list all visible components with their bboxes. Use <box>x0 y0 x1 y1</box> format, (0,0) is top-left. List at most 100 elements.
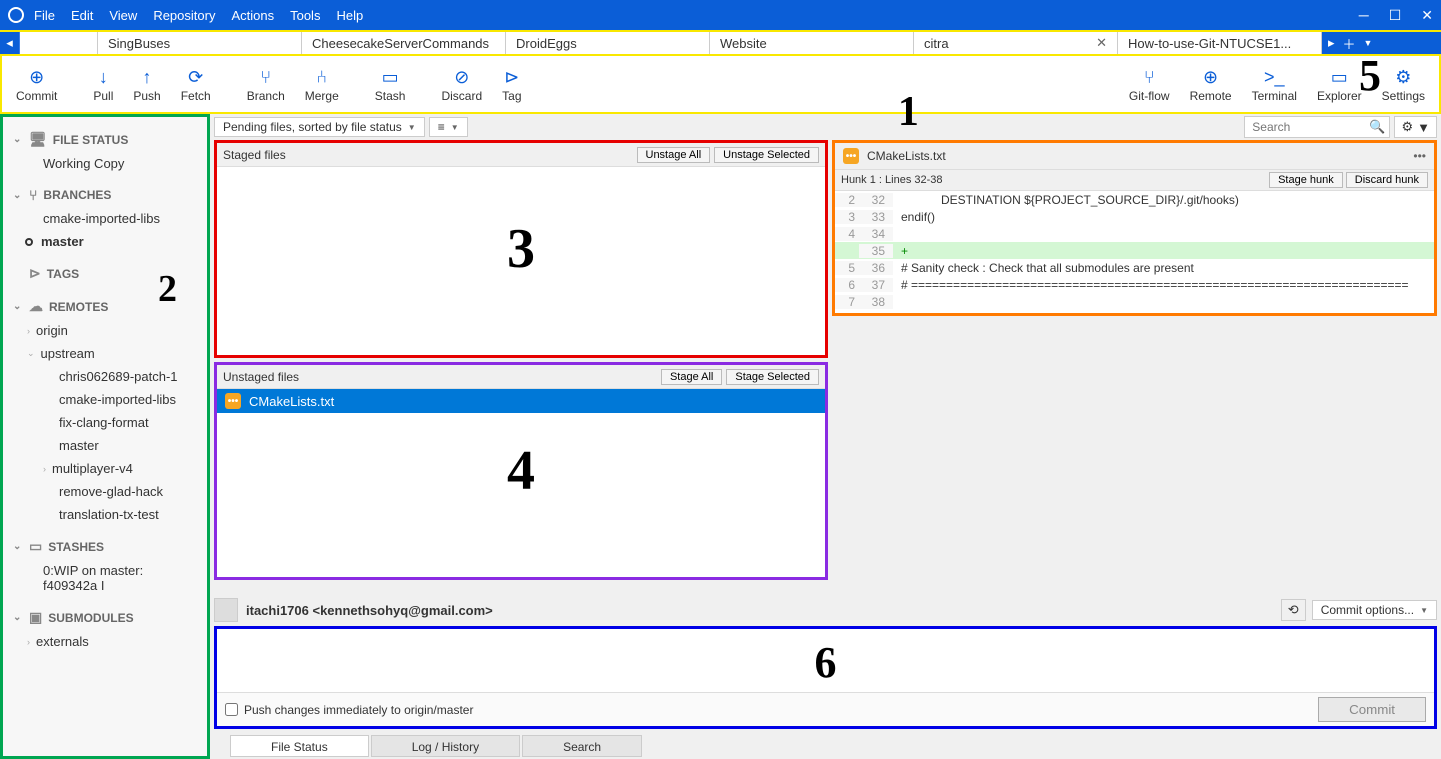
explorer-tool[interactable]: ▭Explorer <box>1307 56 1372 112</box>
push-checkbox[interactable] <box>225 703 238 716</box>
repo-tab-2[interactable]: CheesecakeServerCommands <box>302 32 506 54</box>
push-tool[interactable]: ↑Push <box>123 56 170 112</box>
repo-tab-4[interactable]: Website <box>710 32 914 54</box>
commit-button[interactable]: Commit <box>1318 697 1426 722</box>
repo-tab-3[interactable]: DroidEggs <box>506 32 710 54</box>
sidebar-remote-upstream[interactable]: ⌄upstream <box>3 342 207 365</box>
menu-actions[interactable]: Actions <box>231 8 274 23</box>
gitflow-tool[interactable]: ⑂Git-flow <box>1119 56 1180 112</box>
sidebar-remote-branch[interactable]: ›multiplayer-v4 <box>3 457 207 480</box>
stash-tool[interactable]: ▭Stash <box>365 56 416 112</box>
sidebar-branch-item[interactable]: cmake-imported-libs <box>3 207 207 230</box>
stage-all-button[interactable]: Stage All <box>661 369 722 385</box>
branch-tool[interactable]: ⑂Branch <box>237 56 295 112</box>
diff-line[interactable]: 536# Sanity check : Check that all submo… <box>835 259 1434 276</box>
cloud-icon: ☁ <box>29 298 43 315</box>
diff-body[interactable]: 232 DESTINATION ${PROJECT_SOURCE_DIR}/.g… <box>835 191 1434 313</box>
repo-tab-0[interactable] <box>20 32 98 54</box>
sidebar-submodule-item[interactable]: ›externals <box>3 630 207 653</box>
terminal-tool[interactable]: >_Terminal <box>1242 56 1307 112</box>
remote-tool[interactable]: ⊕Remote <box>1180 56 1242 112</box>
diff-line[interactable]: 232 DESTINATION ${PROJECT_SOURCE_DIR}/.g… <box>835 191 1434 208</box>
sidebar-branches-header[interactable]: ⌄⑂BRANCHES <box>3 183 207 207</box>
commit-tool[interactable]: ⊕Commit <box>6 56 67 112</box>
diff-line[interactable]: 434 <box>835 225 1434 242</box>
sidebar-remotes-header[interactable]: ⌄☁REMOTES <box>3 294 207 319</box>
file-filter-dropdown[interactable]: Pending files, sorted by file status▼ <box>214 117 425 137</box>
sidebar-branch-master[interactable]: master <box>3 230 207 253</box>
fetch-tool[interactable]: ⟳Fetch <box>171 56 221 112</box>
unstage-all-button[interactable]: Unstage All <box>637 147 711 163</box>
menu-help[interactable]: Help <box>336 8 363 23</box>
push-immediately-checkbox[interactable]: Push changes immediately to origin/maste… <box>225 703 473 717</box>
tab-menu-button[interactable]: ▼ <box>1364 38 1373 48</box>
sidebar-remote-branch[interactable]: translation-tx-test <box>3 503 207 526</box>
pull-tool[interactable]: ↓Pull <box>83 56 123 112</box>
commit-options-dropdown[interactable]: Commit options...▼ <box>1312 600 1437 620</box>
tab-file-status[interactable]: File Status <box>230 735 369 757</box>
content-area: Pending files, sorted by file status▼ ≡▼… <box>210 114 1441 759</box>
commit-message-input[interactable] <box>217 629 1434 689</box>
repo-tab-6[interactable]: How-to-use-Git-NTUCSE1... <box>1118 32 1322 54</box>
commit-box: 6 Push changes immediately to origin/mas… <box>214 626 1437 729</box>
sidebar-stash-item[interactable]: 0:WIP on master: f409342a I <box>3 559 207 597</box>
sidebar-submodules-header[interactable]: ⌄▣SUBMODULES <box>3 605 207 630</box>
history-icon[interactable]: ⟲ <box>1281 599 1306 621</box>
menu-repository[interactable]: Repository <box>153 8 215 23</box>
discard-hunk-button[interactable]: Discard hunk <box>1346 172 1428 188</box>
tab-log-history[interactable]: Log / History <box>371 735 520 757</box>
tag-tool[interactable]: ⊳Tag <box>492 56 531 112</box>
terminal-icon: >_ <box>1264 65 1285 89</box>
unstaged-file-row[interactable]: ••• CMakeLists.txt <box>217 389 825 413</box>
sidebar-working-copy[interactable]: Working Copy <box>3 152 207 175</box>
sidebar-remote-branch[interactable]: remove-glad-hack <box>3 480 207 503</box>
bottom-tabs: File Status Log / History Search <box>210 733 1441 759</box>
sidebar-remote-branch[interactable]: master <box>3 434 207 457</box>
settings-dropdown[interactable]: ⚙▼ <box>1394 116 1437 138</box>
sidebar-tags-header[interactable]: ⌄⊳TAGS <box>3 261 207 286</box>
maximize-button[interactable]: ☐ <box>1389 7 1402 24</box>
view-mode-dropdown[interactable]: ≡▼ <box>429 117 468 137</box>
explorer-icon: ▭ <box>1331 65 1348 89</box>
tab-scroll-left[interactable]: ◂ <box>0 32 20 54</box>
diff-line[interactable]: 35 <box>835 242 1434 259</box>
merge-tool[interactable]: ⑃Merge <box>295 56 349 112</box>
search-icon[interactable]: 🔍 <box>1369 119 1385 135</box>
minimize-button[interactable]: ─ <box>1359 7 1369 24</box>
repo-tab-5[interactable]: citra✕ <box>914 32 1118 54</box>
annotation-4: 4 <box>507 439 535 503</box>
close-tab-icon[interactable]: ✕ <box>1096 35 1107 51</box>
sidebar-remote-branch[interactable]: cmake-imported-libs <box>3 388 207 411</box>
settings-tool[interactable]: ⚙Settings <box>1372 56 1435 112</box>
diff-line[interactable]: 738 <box>835 293 1434 310</box>
diff-filename: CMakeLists.txt <box>867 149 946 163</box>
modified-file-icon: ••• <box>225 393 241 409</box>
stage-selected-button[interactable]: Stage Selected <box>726 369 819 385</box>
new-tab-button[interactable]: ＋ <box>1343 34 1356 53</box>
diff-more-button[interactable]: ••• <box>1413 149 1426 163</box>
sidebar-remote-branch[interactable]: fix-clang-format <box>3 411 207 434</box>
tab-scroll-right[interactable]: ▸ <box>1328 35 1335 51</box>
staged-files-panel: 3 Staged files Unstage All Unstage Selec… <box>214 140 828 358</box>
tab-search[interactable]: Search <box>522 735 642 757</box>
menu-tools[interactable]: Tools <box>290 8 320 23</box>
unstage-selected-button[interactable]: Unstage Selected <box>714 147 819 163</box>
commit-area: itachi1706 <kennethsohyq@gmail.com> ⟲ Co… <box>210 594 1441 733</box>
branch-icon: ⑂ <box>260 65 271 89</box>
sidebar-remote-branch[interactable]: chris062689-patch-1 <box>3 365 207 388</box>
menu-file[interactable]: File <box>34 8 55 23</box>
diff-line[interactable]: 637# ===================================… <box>835 276 1434 293</box>
sidebar-stashes-header[interactable]: ⌄▭STASHES <box>3 534 207 559</box>
sidebar-remote-origin[interactable]: ›origin <box>3 319 207 342</box>
discard-tool[interactable]: ⊘Discard <box>431 56 492 112</box>
close-button[interactable]: ✕ <box>1421 7 1433 24</box>
diff-line[interactable]: 333endif() <box>835 208 1434 225</box>
menu-view[interactable]: View <box>109 8 137 23</box>
unstaged-files-panel: 4 Unstaged files Stage All Stage Selecte… <box>214 362 828 580</box>
sidebar-file-status-header[interactable]: ⌄🖥FILE STATUS <box>3 127 207 152</box>
repo-tabs: ◂ SingBuses CheesecakeServerCommands Dro… <box>0 30 1441 56</box>
menu-edit[interactable]: Edit <box>71 8 93 23</box>
search-input[interactable] <box>1249 117 1369 137</box>
stage-hunk-button[interactable]: Stage hunk <box>1269 172 1343 188</box>
repo-tab-1[interactable]: SingBuses <box>98 32 302 54</box>
